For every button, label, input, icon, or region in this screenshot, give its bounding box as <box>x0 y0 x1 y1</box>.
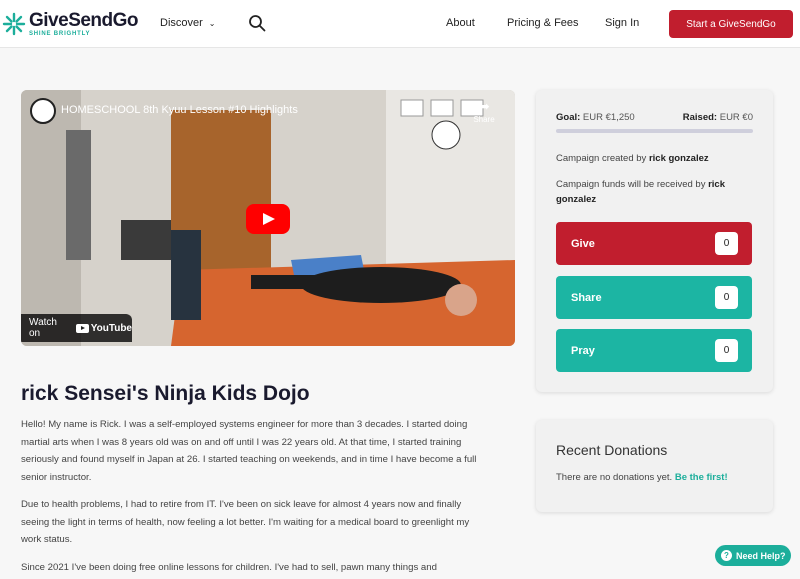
nav-pricing[interactable]: Pricing & Fees <box>507 17 579 29</box>
raised-value: EUR €0 <box>719 112 753 123</box>
raised: Raised: EUR €0 <box>682 112 753 123</box>
description-paragraph: Since 2021 I've been doing free online l… <box>21 561 437 573</box>
pray-button[interactable]: Pray 0 <box>556 329 752 372</box>
creator-name[interactable]: rick gonzalez <box>649 153 709 164</box>
youtube-logo: YouTube <box>75 322 132 334</box>
share-arrow-icon: ➦ <box>478 98 490 114</box>
progress-bar <box>556 129 753 133</box>
goal-value: EUR €1,250 <box>582 112 635 123</box>
description-paragraph: Due to health problems, I had to retire … <box>21 499 470 545</box>
help-icon: ? <box>721 550 732 561</box>
give-button[interactable]: Give 0 <box>556 222 752 265</box>
discover-label: Discover <box>160 17 203 29</box>
no-donations-text: There are no donations yet. Be the first… <box>556 472 728 483</box>
be-the-first-link[interactable]: Be the first! <box>675 472 728 483</box>
logo-text: GiveSendGo <box>29 10 139 31</box>
campaign-creator: Campaign created by rick gonzalez <box>556 153 709 164</box>
need-help-button[interactable]: ? Need Help? <box>715 545 791 566</box>
youtube-label: YouTube <box>90 322 132 334</box>
logo[interactable]: GiveSendGo SHINE BRIGHTLY <box>2 9 139 39</box>
video-title[interactable]: HOMESCHOOL 8th Kyuu Lesson #10 Highlight… <box>61 104 298 116</box>
give-count: 0 <box>715 232 738 255</box>
campaign-summary-card: Goal: EUR €1,250 Raised: EUR €0 Campaign… <box>536 90 773 392</box>
pray-count: 0 <box>715 339 738 362</box>
video-embed[interactable]: HOMESCHOOL 8th Kyuu Lesson #10 Highlight… <box>21 90 515 346</box>
video-share-button[interactable]: ➦ Share <box>471 98 497 124</box>
funds-recipient: Campaign funds will be received by rick … <box>556 179 725 205</box>
discover-menu[interactable]: Discover ⌄ <box>160 17 216 29</box>
channel-avatar[interactable] <box>30 98 56 124</box>
start-campaign-button[interactable]: Start a GiveSendGo <box>669 10 793 38</box>
campaign-title: rick Sensei's Ninja Kids Dojo <box>21 382 310 405</box>
share-button[interactable]: Share 0 <box>556 276 752 319</box>
logo-tagline: SHINE BRIGHTLY <box>29 31 91 37</box>
chevron-down-icon: ⌄ <box>208 19 216 28</box>
goal-raised-row: Goal: EUR €1,250 Raised: EUR €0 <box>556 112 753 123</box>
nav-about[interactable]: About <box>446 17 475 29</box>
logo-mark-icon <box>2 12 26 36</box>
watch-on-youtube[interactable]: Watch on YouTube <box>21 314 132 342</box>
share-count: 0 <box>715 286 738 309</box>
site-header: GiveSendGo SHINE BRIGHTLY Discover ⌄ Abou… <box>0 0 800 48</box>
recent-donations-title: Recent Donations <box>556 442 668 458</box>
youtube-icon <box>75 323 89 333</box>
campaign-description: Hello! My name is Rick. I was a self-emp… <box>21 416 481 579</box>
nav-sign-in[interactable]: Sign In <box>605 17 639 29</box>
recent-donations-card: Recent Donations There are no donations … <box>536 420 773 512</box>
search-icon[interactable] <box>248 14 266 32</box>
play-icon[interactable] <box>246 204 290 234</box>
goal: Goal: EUR €1,250 <box>556 112 635 123</box>
watch-on-label: Watch on <box>29 317 57 339</box>
description-paragraph: Hello! My name is Rick. I was a self-emp… <box>21 419 477 483</box>
share-label: Share <box>473 115 495 124</box>
